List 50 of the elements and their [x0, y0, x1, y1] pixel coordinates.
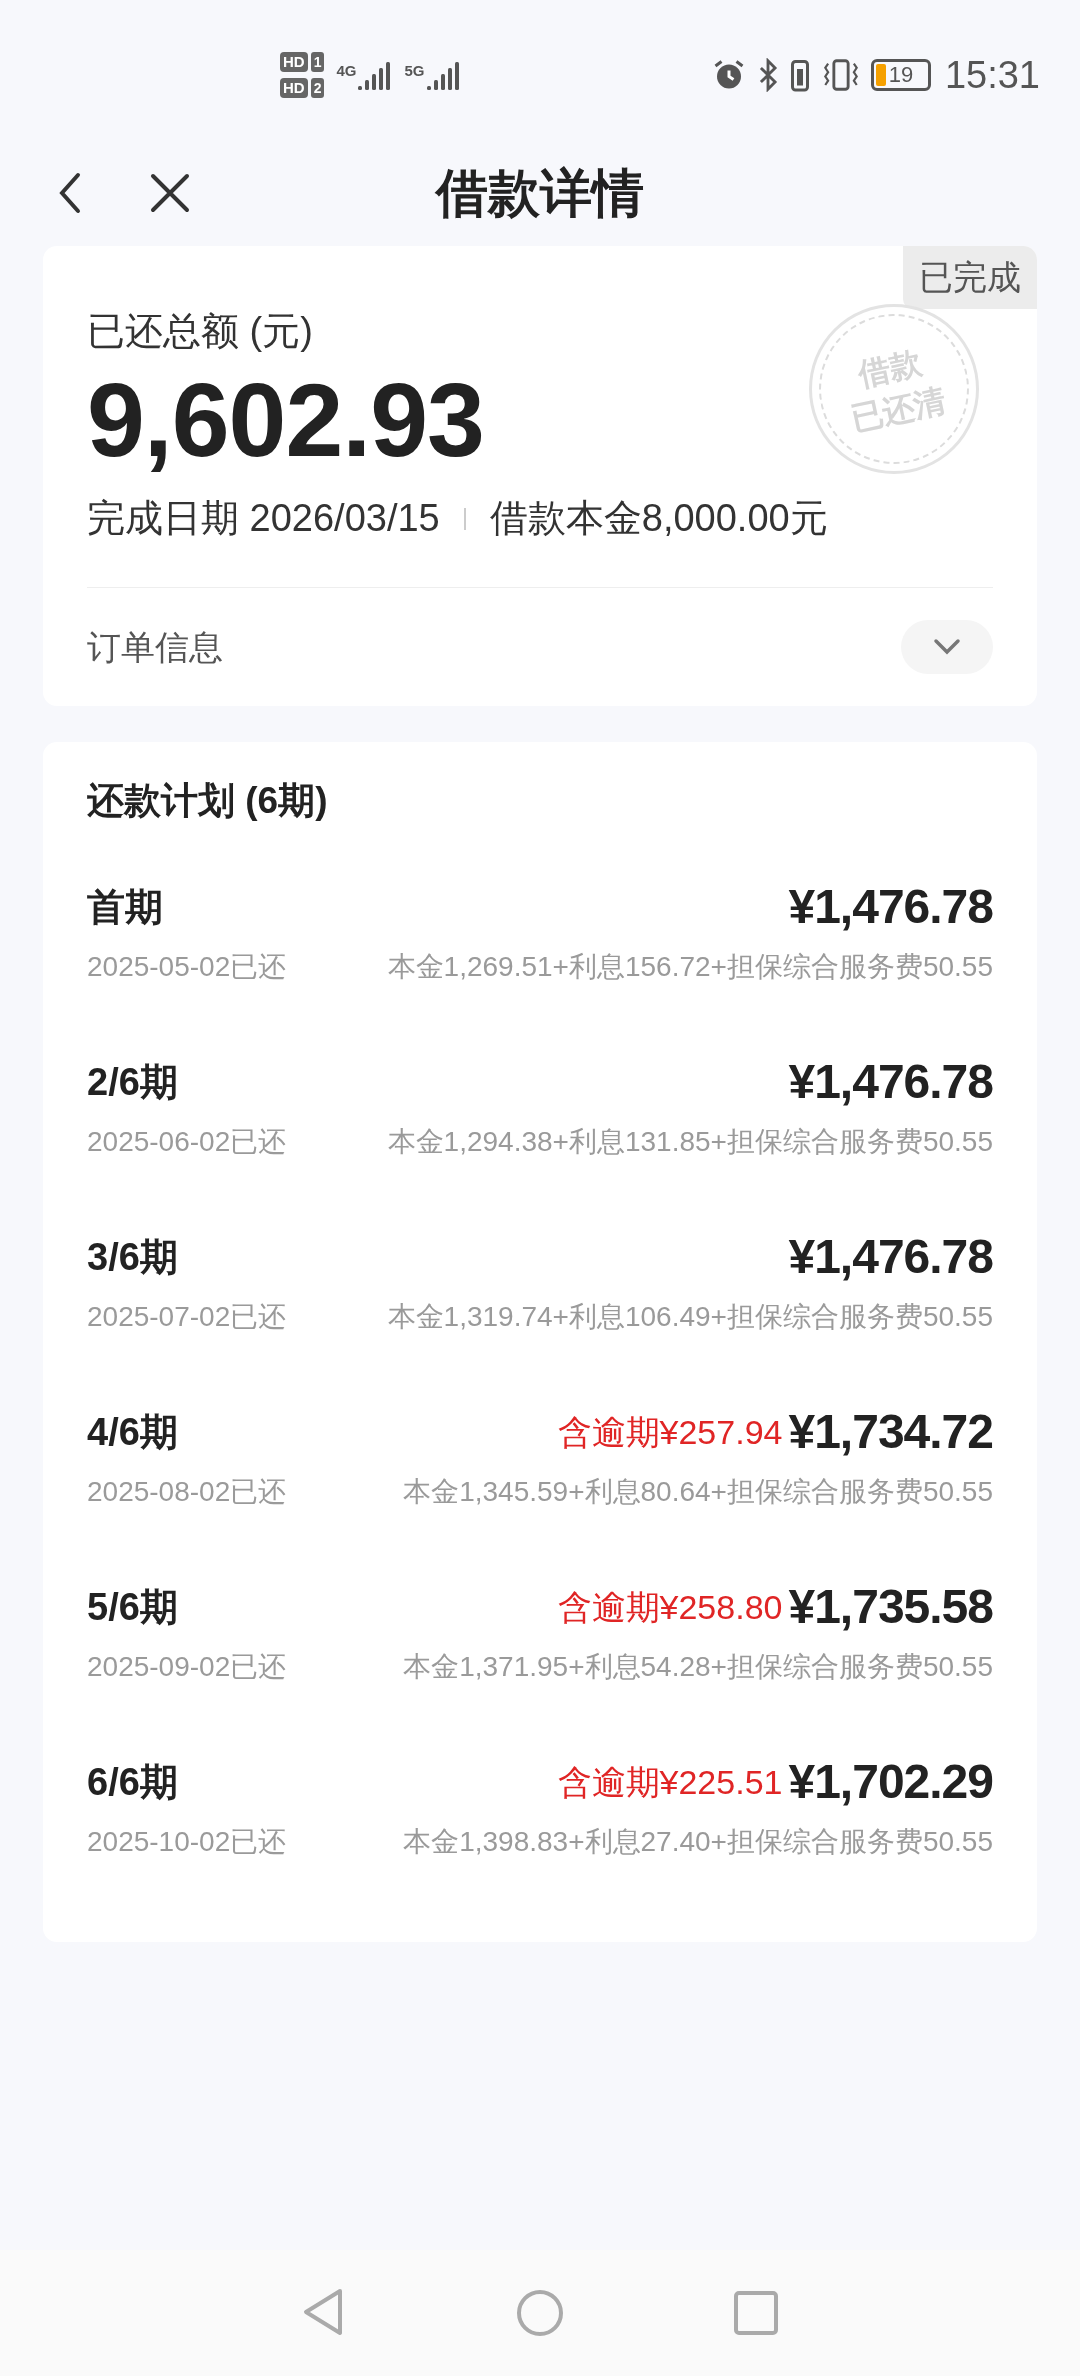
installment-amount: ¥1,476.78 [788, 879, 993, 935]
installment-amount: ¥1,734.72 [788, 1404, 993, 1460]
paid-date: 2025-06-02已还 [87, 1125, 287, 1159]
battery-indicator: 19 [870, 59, 931, 91]
sim-badge: HD [280, 52, 308, 72]
recents-nav-icon[interactable] [734, 2291, 778, 2335]
installment-period: 5/6期 [87, 1584, 178, 1630]
signal-icon [424, 60, 461, 90]
installment-period: 6/6期 [87, 1759, 178, 1805]
home-nav-icon[interactable] [516, 2289, 564, 2337]
overdue-amount: 含逾期¥225.51 [557, 1761, 783, 1803]
paid-date: 2025-10-02已还 [87, 1825, 287, 1859]
installment-amount: ¥1,735.58 [788, 1579, 993, 1635]
installment-period: 首期 [87, 884, 163, 930]
paid-date: 2025-09-02已还 [87, 1650, 287, 1684]
paid-date: 2025-05-02已还 [87, 950, 287, 984]
total-label: 已还总额 (元) [87, 309, 314, 354]
sim-slot: 2 [310, 78, 325, 98]
schedule-title: 还款计划 (6期) [87, 779, 329, 823]
page-title: 借款详情 [436, 163, 644, 224]
installment-amount: ¥1,702.29 [788, 1754, 993, 1810]
order-info-label: 订单信息 [87, 626, 223, 668]
loan-principal: 借款本金8,000.00元 [489, 496, 828, 541]
close-button[interactable] [148, 171, 192, 215]
sim-slot: 1 [310, 52, 325, 72]
paid-date: 2025-07-02已还 [87, 1300, 287, 1334]
installment-amount: ¥1,476.78 [788, 1054, 993, 1110]
network-type: 4G [336, 61, 357, 81]
amount-breakdown: 本金1,319.74+利息106.49+担保综合服务费50.55 [387, 1300, 993, 1334]
phone-battery-icon [788, 57, 811, 93]
installment-amount: ¥1,476.78 [788, 1229, 993, 1285]
status-badge: 已完成 [903, 246, 1037, 309]
amount-breakdown: 本金1,371.95+利息54.28+担保综合服务费50.55 [403, 1650, 993, 1684]
installment-period: 4/6期 [87, 1409, 178, 1455]
network-type: 5G [404, 61, 425, 81]
amount-breakdown: 本金1,345.59+利息80.64+担保综合服务费50.55 [403, 1475, 993, 1509]
chevron-icon [933, 638, 961, 656]
installment-period: 2/6期 [87, 1059, 178, 1105]
clock: 15:31 [944, 52, 1040, 98]
sim-badge: HD [280, 78, 308, 98]
amount-breakdown: 本金1,269.51+利息156.72+担保综合服务费50.55 [387, 950, 993, 984]
installment-period: 3/6期 [87, 1234, 178, 1280]
amount-breakdown: 本金1,398.83+利息27.40+担保综合服务费50.55 [403, 1825, 993, 1859]
amount-breakdown: 本金1,294.38+利息131.85+担保综合服务费50.55 [387, 1125, 993, 1159]
overdue-amount: 含逾期¥258.80 [557, 1586, 783, 1628]
paid-date: 2025-08-02已还 [87, 1475, 287, 1509]
total-amount: 9,602.93 [87, 361, 484, 480]
overdue-amount: 含逾期¥257.94 [557, 1411, 783, 1453]
completion-date: 完成日期 2026/03/15 [87, 496, 440, 541]
signal-icon [356, 60, 393, 90]
